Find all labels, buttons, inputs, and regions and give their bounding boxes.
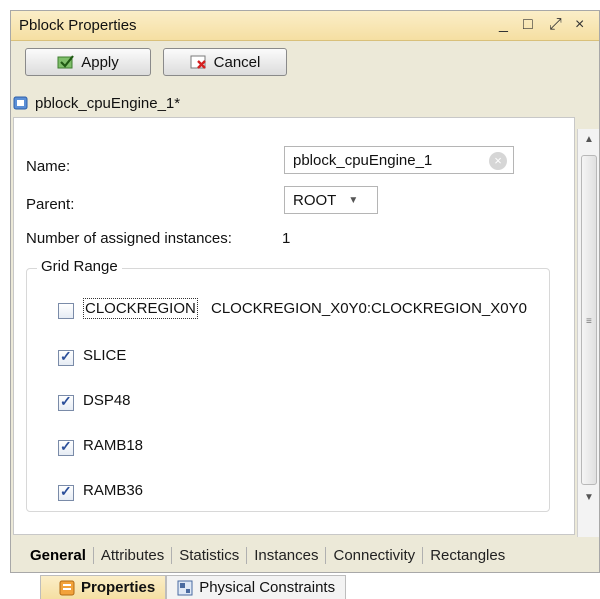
clockregion-label[interactable]: CLOCKREGION — [83, 298, 198, 319]
ramb36-checkbox[interactable]: ✓ — [58, 483, 74, 501]
tab-instances[interactable]: Instances — [247, 546, 327, 564]
cancel-icon — [190, 55, 206, 69]
properties-panel: Name: pblock_cpuEngine_1 × Parent: ROOT … — [13, 117, 575, 535]
window-titlebar[interactable]: Pblock Properties _ □ ⤢ × — [11, 11, 599, 41]
scroll-up-icon[interactable]: ▲ — [578, 129, 600, 151]
parent-value: ROOT — [293, 191, 337, 209]
pblock-icon — [13, 96, 28, 110]
check-icon: ✓ — [60, 483, 72, 499]
instances-value: 1 — [282, 230, 291, 247]
apply-button[interactable]: Apply — [25, 48, 151, 76]
grip-icon: ≡ — [586, 316, 592, 327]
tab-physical-constraints[interactable]: Physical Constraints — [166, 575, 347, 599]
apply-icon — [57, 55, 75, 69]
physical-constraints-tab-label: Physical Constraints — [199, 579, 336, 596]
toolbar: Apply Cancel — [11, 42, 599, 90]
vertical-scrollbar[interactable]: ▲ ≡ ▼ — [577, 129, 599, 537]
bottom-tab-bar: Properties Physical Constraints — [40, 575, 347, 599]
ramb36-label[interactable]: RAMB36 — [83, 482, 143, 499]
float-icon[interactable]: ⤢ — [549, 15, 562, 35]
instances-label: Number of assigned instances: — [26, 230, 232, 247]
check-icon: ✓ — [60, 393, 72, 409]
scroll-thumb[interactable]: ≡ — [581, 155, 597, 485]
property-tabs: General Attributes Statistics Instances … — [11, 538, 599, 572]
tab-rectangles[interactable]: Rectangles — [423, 547, 512, 564]
check-icon: ✓ — [60, 438, 72, 454]
name-field[interactable]: pblock_cpuEngine_1 × — [284, 146, 514, 174]
scroll-down-icon[interactable]: ▼ — [578, 487, 600, 509]
tab-statistics[interactable]: Statistics — [172, 546, 248, 564]
tab-properties[interactable]: Properties — [40, 575, 167, 599]
slice-label[interactable]: SLICE — [83, 347, 126, 364]
properties-tab-label: Properties — [81, 579, 156, 596]
breadcrumb: pblock_cpuEngine_1* — [11, 90, 180, 116]
grid-range-title: Grid Range — [37, 258, 122, 275]
minimize-icon[interactable]: _ — [499, 15, 508, 35]
ramb18-checkbox[interactable]: ✓ — [58, 438, 74, 456]
check-icon: ✓ — [60, 348, 72, 364]
maximize-icon[interactable]: □ — [523, 15, 533, 35]
chevron-down-icon: ▼ — [348, 194, 359, 206]
clear-icon[interactable]: × — [489, 152, 507, 170]
cancel-label: Cancel — [213, 53, 261, 71]
parent-label: Parent: — [26, 196, 75, 213]
ramb18-label[interactable]: RAMB18 — [83, 437, 143, 454]
clockregion-checkbox[interactable] — [58, 303, 74, 319]
slice-checkbox[interactable]: ✓ — [58, 348, 74, 366]
tab-general[interactable]: General — [23, 546, 94, 564]
physical-constraints-icon — [177, 580, 193, 595]
breadcrumb-label: pblock_cpuEngine_1* — [35, 94, 181, 112]
tab-attributes[interactable]: Attributes — [94, 546, 173, 564]
parent-select[interactable]: ROOT ▼ — [284, 186, 378, 214]
name-value: pblock_cpuEngine_1 — [293, 151, 433, 169]
properties-icon — [59, 580, 75, 595]
dsp48-label[interactable]: DSP48 — [83, 392, 131, 409]
dsp48-checkbox[interactable]: ✓ — [58, 393, 74, 411]
pblock-properties-window: Pblock Properties _ □ ⤢ × Apply Cancel p… — [10, 10, 600, 573]
cancel-button[interactable]: Cancel — [163, 48, 287, 76]
grid-range-group: Grid Range CLOCKREGION CLOCKREGION_X0Y0:… — [26, 258, 550, 512]
name-label: Name: — [26, 158, 71, 175]
window-title: Pblock Properties — [19, 17, 137, 34]
clockregion-value: CLOCKREGION_X0Y0:CLOCKREGION_X0Y0 — [211, 300, 527, 317]
tab-connectivity[interactable]: Connectivity — [326, 546, 424, 564]
close-icon[interactable]: × — [575, 15, 584, 35]
apply-label: Apply — [81, 53, 119, 71]
